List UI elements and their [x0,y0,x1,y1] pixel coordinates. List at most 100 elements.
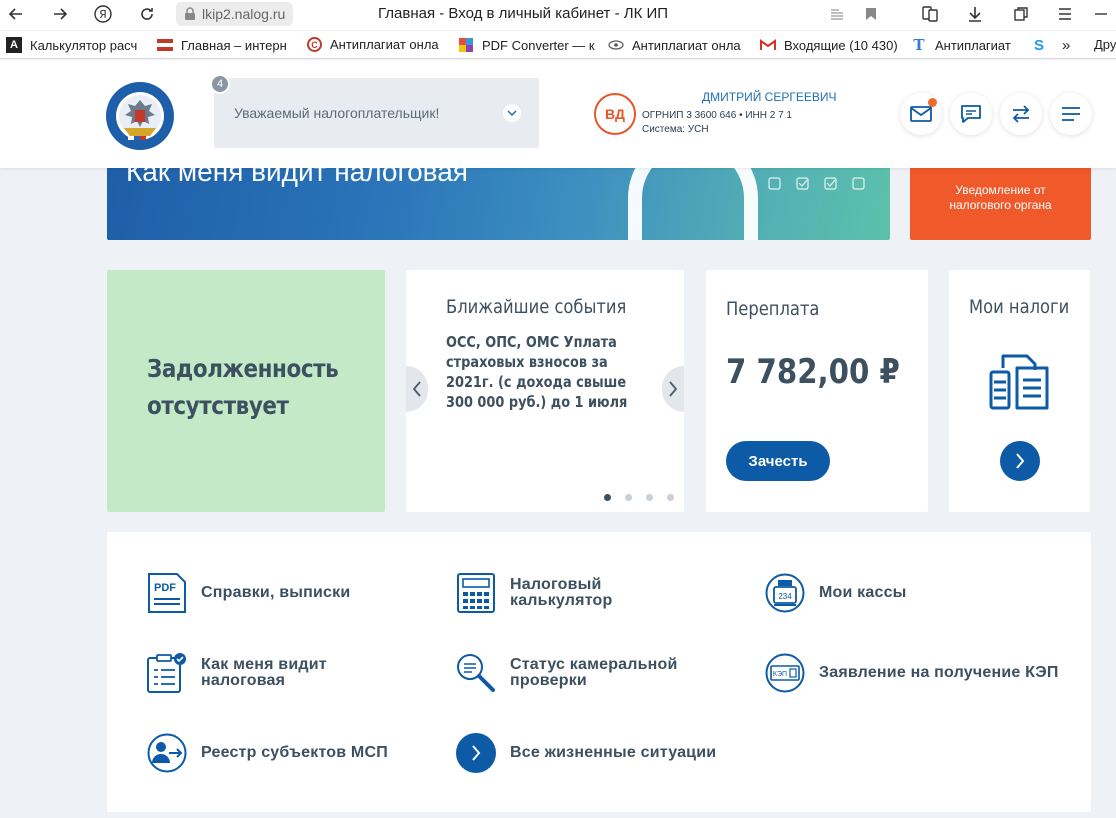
service-msp-registry[interactable]: Реестр субъектов МСП [146,732,388,774]
unread-dot [928,98,937,107]
yandex-icon[interactable]: Я [92,3,114,25]
address-bar[interactable]: lkip2.nalog.ru [176,2,294,26]
notice-dropdown[interactable]: 4 Уважаемый налогоплательщик! [210,74,539,148]
letter-a-icon: A [6,37,22,53]
gmail-icon [760,37,776,53]
chevron-down-icon[interactable] [503,104,521,122]
service-certificates[interactable]: PDF Справки, выписки [146,572,350,614]
chevron-right-icon [1016,453,1025,469]
hamburger-icon [1062,107,1080,121]
clipboard-check-icon [146,652,188,694]
bookmark-flag-icon[interactable] [860,3,882,25]
service-all-life-situations[interactable]: Все жизненные ситуации [455,732,716,774]
envelope-icon [910,106,932,122]
menu-icon[interactable] [1054,3,1076,25]
offset-button[interactable]: Зачесть [726,441,830,481]
service-label: Статус камеральной проверки [510,656,678,689]
fns-logo[interactable] [104,80,176,152]
eye-icon [608,37,624,53]
svg-text:PDF: PDF [154,582,176,594]
back-arrow-icon[interactable] [5,3,27,25]
bookmark-label: PDF Converter — к [482,37,595,53]
svg-text:КЭП: КЭП [773,671,787,678]
download-icon[interactable] [964,3,986,25]
bookmark-label: Антиплагиат онла [632,37,741,53]
bookmark-item[interactable]: Входящие (10 430) [760,37,898,53]
user-tax-system: Система: УСН [642,124,709,135]
address-text: lkip2.nalog.ru [202,6,286,22]
my-taxes-title: Мои налоги [969,296,1070,318]
calculator-icon [455,572,497,614]
carousel-dots [604,494,674,501]
reload-icon[interactable] [136,3,158,25]
my-taxes-open-button[interactable] [1000,441,1040,481]
bookmark-item[interactable]: Дру [1094,37,1116,52]
notice-text: Уважаемый налогоплательщик! [234,105,440,121]
carousel-dot[interactable] [604,494,611,501]
service-taxpayer-view[interactable]: Как меня видит налоговая [146,652,331,694]
forward-arrow-icon[interactable] [49,3,71,25]
bookmark-item[interactable]: PDF Converter — к [458,37,595,53]
notice-count-badge: 4 [210,74,230,94]
carousel-dot[interactable] [667,494,674,501]
reader-mode-icon[interactable] [826,3,848,25]
service-label: Все жизненные ситуации [510,744,717,761]
chevron-right-icon [669,381,678,397]
service-label: Реестр субъектов МСП [201,744,388,761]
bookmark-item[interactable]: Антиплагиат онла [608,37,741,53]
bookmark-item[interactable]: T Антиплагиат [911,36,1011,54]
switch-account-button[interactable] [1000,93,1042,135]
flag-icon [157,37,173,53]
event-text[interactable]: ОСС, ОПС, ОМС Уплата страховых взносов з… [446,332,652,412]
collections-icon[interactable] [919,3,941,25]
copyright-icon: C [307,37,322,52]
debt-status: Задолженность отсутствует [147,354,339,420]
bookmark-label: Дру [1094,37,1116,52]
letter-s-icon: S [1033,36,1044,54]
avatar[interactable]: ВД [594,93,636,135]
pdf-converter-icon [458,37,474,53]
service-label: Мои кассы [819,584,907,601]
tax-documents-icon [989,354,1049,410]
signature-card-icon: КЭП [764,652,806,694]
magnifier-document-icon [455,652,497,694]
bookmark-label: Антиплагиат [935,37,1011,53]
window-minimize-icon[interactable] [1090,3,1112,25]
chevron-right-icon [455,732,497,774]
overpayment-title: Переплата [726,298,820,320]
cash-register-icon: 234 [764,572,806,614]
bookmark-item[interactable]: C Антиплагиат онла [307,37,439,52]
carousel-dot[interactable] [625,494,632,501]
bookmark-item[interactable]: A Калькулятор расч [6,37,137,53]
swap-arrows-icon [1012,105,1030,123]
debt-card[interactable]: Задолженность отсутствует [107,270,385,512]
carousel-dot[interactable] [646,494,653,501]
service-desk-audit-status[interactable]: Статус камеральной проверки [455,652,680,694]
messages-button[interactable] [900,93,942,135]
person-arrow-icon [146,732,188,774]
my-taxes-card[interactable]: Мои налоги [949,270,1090,512]
services-panel: PDF Справки, выписки Налоговый калькулят… [107,532,1091,812]
bookmarks-overflow-button[interactable]: » [1062,37,1070,54]
letter-t-icon: T [913,36,925,54]
svg-text:Я: Я [99,8,107,21]
bookmark-label: Главная – интерн [181,37,287,53]
service-cash-registers[interactable]: 234 Мои кассы [764,572,907,614]
extensions-icon[interactable] [1010,3,1032,25]
bookmark-item[interactable]: Главная – интерн [157,37,287,53]
service-label: Как меня видит налоговая [201,656,327,689]
events-title: Ближайшие события [446,296,627,318]
overflow-label: » [1062,37,1071,54]
browser-toolbar: Я lkip2.nalog.ru Главная - Вход в личный… [0,0,1116,30]
main-menu-button[interactable] [1050,93,1092,135]
service-kep-application[interactable]: КЭП Заявление на получение КЭП [764,652,1059,694]
next-event-button[interactable] [662,366,684,412]
prev-event-button[interactable] [406,366,428,412]
service-tax-calculator[interactable]: Налоговый калькулятор [455,572,620,614]
pdf-document-icon: PDF [146,572,188,614]
chat-button[interactable] [950,93,992,135]
lock-icon [185,7,195,20]
bookmark-item[interactable]: S [1031,36,1047,54]
user-name[interactable]: ДМИТРИЙ СЕРГЕЕВИЧ [702,90,836,104]
chat-bubble-icon [961,105,981,123]
